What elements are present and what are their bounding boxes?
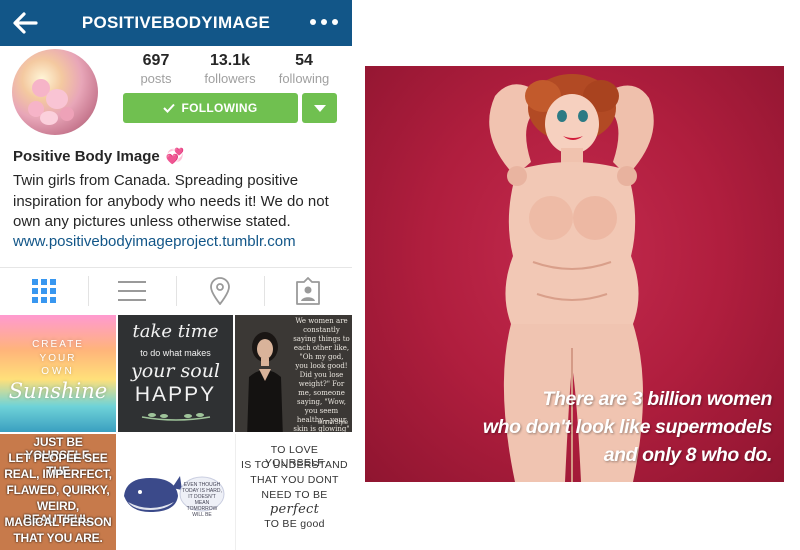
post-text: Sunshine bbox=[8, 379, 108, 403]
post-text: OWN bbox=[41, 366, 75, 377]
caption-line: There are 3 billion women bbox=[542, 388, 773, 410]
stat-value: 697 bbox=[142, 52, 170, 69]
hearts-emoji: 💞 bbox=[165, 148, 185, 165]
laurel-decoration-icon bbox=[141, 413, 211, 421]
featured-post-image: There are 3 billion women who don't look… bbox=[365, 66, 784, 482]
grid-post[interactable]: CREATE YOUR OWN Sunshine bbox=[0, 315, 116, 432]
post-text: THAT YOU ARE. bbox=[13, 531, 103, 545]
post-text: to do what makes bbox=[140, 348, 211, 358]
post-text: CREATE bbox=[32, 339, 84, 350]
post-text: perfect bbox=[269, 502, 320, 517]
profile-bio: Twin girls from Canada. Spreading positi… bbox=[13, 172, 329, 230]
profile-display-name: Positive Body Image 💞 bbox=[13, 147, 184, 165]
post-text: take time bbox=[132, 321, 219, 342]
display-name-text: Positive Body Image bbox=[13, 148, 160, 165]
whale-illustration bbox=[124, 476, 182, 512]
chevron-down-icon bbox=[314, 105, 326, 112]
stat-value: 13.1k bbox=[209, 52, 251, 69]
post-text: IS TO UNDERSTAND bbox=[241, 459, 348, 471]
post-text: REAL, IMPERFECT, bbox=[4, 467, 112, 481]
post-text: THAT YOU DONT bbox=[250, 474, 339, 486]
more-options-icon[interactable] bbox=[310, 19, 338, 27]
grid-icon bbox=[32, 278, 56, 303]
post-text: FLAWED, QUIRKY, bbox=[6, 483, 110, 497]
post-bubble-text: EVEN THOUGH TODAY IS HARD, IT DOESN'T ME… bbox=[182, 482, 222, 518]
post-quote-text: We women are constantly saying things to… bbox=[293, 317, 350, 432]
tab-photo-map[interactable] bbox=[176, 268, 264, 313]
grid-post[interactable]: TO LOVE YOURSELF IS TO UNDERSTAND THAT Y… bbox=[235, 434, 352, 550]
stat-label: posts bbox=[140, 71, 172, 86]
profile-username: POSITIVEBODYIMAGE bbox=[81, 13, 271, 32]
instagram-profile-screen: POSITIVEBODYIMAGE 697 posts 13.1k follow… bbox=[0, 0, 352, 550]
stat-value: 54 bbox=[295, 52, 313, 69]
grid-post[interactable]: EVEN THOUGH TODAY IS HARD, IT DOESN'T ME… bbox=[118, 434, 233, 550]
post-text: your soul bbox=[130, 360, 221, 382]
avatar[interactable] bbox=[12, 49, 98, 135]
post-text: TO BE good bbox=[264, 518, 325, 530]
tab-grid-view[interactable] bbox=[0, 268, 88, 313]
tab-list-view[interactable] bbox=[88, 268, 176, 313]
caption-line: who don't look like supermodels bbox=[482, 416, 773, 438]
photo-grid: CREATE YOUR OWN Sunshine take time to do… bbox=[0, 315, 352, 550]
tab-tagged-photos[interactable] bbox=[264, 268, 352, 313]
profile-view-tabs bbox=[0, 267, 352, 313]
following-count[interactable]: 54 following bbox=[271, 52, 337, 86]
location-pin-icon bbox=[210, 276, 230, 305]
post-text: NEED TO BE bbox=[261, 489, 328, 501]
top-navigation-bar: POSITIVEBODYIMAGE bbox=[0, 0, 352, 46]
list-icon bbox=[118, 280, 146, 301]
stat-label: following bbox=[278, 71, 330, 86]
follow-options-dropdown[interactable] bbox=[302, 93, 337, 123]
profile-website-link[interactable]: www.positivebodyimageproject.tumblr.com bbox=[13, 233, 296, 250]
profile-stats: 697 posts 13.1k followers 54 following bbox=[123, 52, 337, 86]
back-arrow-icon[interactable] bbox=[10, 8, 40, 38]
stat-label: followers bbox=[204, 71, 256, 86]
grid-post[interactable]: We women are constantly saying things to… bbox=[235, 315, 352, 432]
grid-post[interactable]: take time to do what makes your soul HAP… bbox=[118, 315, 233, 432]
following-button-label: FOLLOWING bbox=[181, 101, 258, 115]
woman-photo-illustration bbox=[247, 332, 283, 432]
post-text: HAPPY bbox=[134, 383, 217, 406]
followers-count[interactable]: 13.1k followers bbox=[197, 52, 263, 86]
post-text: MAGICAL PERSON bbox=[4, 515, 112, 529]
following-button[interactable]: FOLLOWING bbox=[123, 93, 298, 123]
checkmark-icon bbox=[163, 103, 176, 113]
post-hashtag: #innerStyle bbox=[317, 420, 348, 426]
posts-count[interactable]: 697 posts bbox=[123, 52, 189, 86]
caption-line: and only 8 who do. bbox=[603, 444, 773, 466]
tagged-photos-icon bbox=[296, 276, 320, 305]
grid-post[interactable]: JUST BE YOURSELF. LET PEOPLE SEE THE REA… bbox=[0, 434, 116, 550]
post-text: YOUR bbox=[39, 353, 77, 364]
